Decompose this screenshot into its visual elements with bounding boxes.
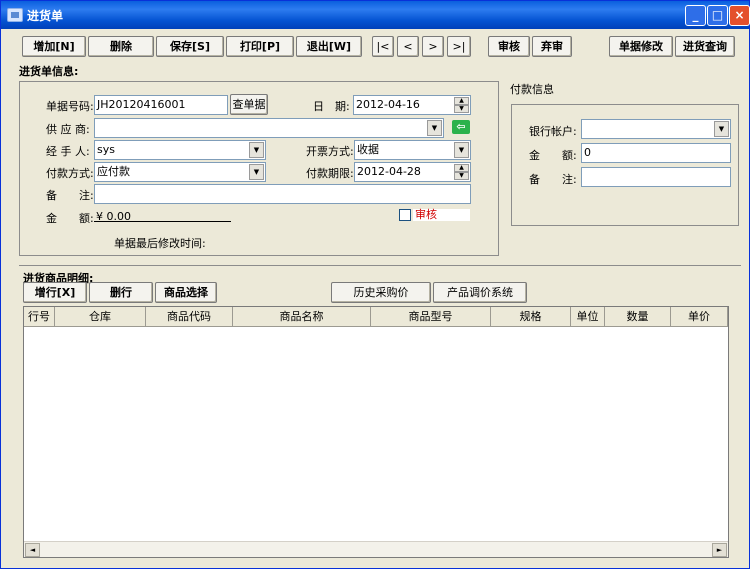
prev-record-button[interactable]: < <box>397 36 419 57</box>
amount-underline <box>94 221 231 222</box>
supplier-combo[interactable]: ▼ <box>94 118 444 138</box>
lookup-document-button[interactable]: 查单据 <box>230 94 268 115</box>
audit-button[interactable]: 审核 <box>488 36 530 57</box>
date-picker[interactable]: 2012-04-16 ▲ ▼ <box>353 95 471 115</box>
payment-amount-input[interactable]: 0 <box>581 143 731 163</box>
col-row-no[interactable]: 行号 <box>24 307 55 327</box>
col-product-name[interactable]: 商品名称 <box>233 307 371 327</box>
add-button[interactable]: 增加[N] <box>22 36 86 57</box>
chevron-down-icon[interactable]: ▼ <box>714 121 729 137</box>
due-date-picker[interactable]: 2012-04-28 ▲ ▼ <box>354 162 471 182</box>
col-product-code[interactable]: 商品代码 <box>146 307 233 327</box>
pay-method-value: 应付款 <box>97 165 130 178</box>
doc-no-label: 单据号码: <box>46 100 94 113</box>
maximize-button[interactable]: □ <box>707 5 728 26</box>
add-supplier-icon[interactable]: ⇦ <box>452 120 470 134</box>
spin-down-icon[interactable]: ▼ <box>454 172 469 180</box>
audit-checkbox[interactable] <box>399 209 411 221</box>
title-bar[interactable]: 进货单 _ □ × <box>1 1 750 29</box>
product-grid[interactable]: 行号 仓库 商品代码 商品名称 商品型号 规格 单位 数量 单价 ◄ ► <box>23 306 729 558</box>
date-value: 2012-04-16 <box>356 98 420 111</box>
chevron-down-icon[interactable]: ▼ <box>249 164 264 180</box>
supplier-label: 供 应 商: <box>46 123 90 136</box>
handler-combo[interactable]: sys ▼ <box>94 140 266 160</box>
price-adjust-button[interactable]: 产品调价系统 <box>433 282 527 303</box>
due-spinner[interactable]: ▲ ▼ <box>454 164 469 180</box>
last-record-button[interactable]: >| <box>447 36 471 57</box>
col-quantity[interactable]: 数量 <box>605 307 671 327</box>
print-button[interactable]: 打印[P] <box>226 36 294 57</box>
delete-row-button[interactable]: 删行 <box>89 282 153 303</box>
doc-no-input[interactable]: JH20120416001 <box>94 95 228 115</box>
history-price-button[interactable]: 历史采购价 <box>331 282 431 303</box>
exit-button[interactable]: 退出[W] <box>296 36 362 57</box>
purchase-order-window: 进货单 _ □ × 增加[N] 删除 保存[S] 打印[P] 退出[W] |< … <box>0 0 750 569</box>
invoice-value: 收据 <box>357 143 379 156</box>
info-section-title: 进货单信息: <box>17 63 81 79</box>
last-modified-label: 单据最后修改时间: <box>114 237 206 250</box>
payment-remark-input[interactable] <box>581 167 731 187</box>
add-row-button[interactable]: 增行[X] <box>23 282 87 303</box>
horizontal-scrollbar[interactable]: ◄ ► <box>24 541 728 557</box>
payment-remark-label: 备 注: <box>529 173 577 186</box>
window-title: 进货单 <box>27 9 64 23</box>
due-label: 付款期限: <box>306 167 354 180</box>
col-spec[interactable]: 规格 <box>491 307 571 327</box>
remark-label: 备 注: <box>46 189 94 202</box>
handler-label: 经 手 人: <box>46 145 90 158</box>
scroll-left-icon[interactable]: ◄ <box>25 543 40 557</box>
minimize-button[interactable]: _ <box>685 5 706 26</box>
spin-up-icon[interactable]: ▲ <box>454 97 469 105</box>
date-spinner[interactable]: ▲ ▼ <box>454 97 469 113</box>
next-record-button[interactable]: > <box>422 36 444 57</box>
invoice-label: 开票方式: <box>306 145 354 158</box>
chevron-down-icon[interactable]: ▼ <box>427 120 442 136</box>
modify-document-button[interactable]: 单据修改 <box>609 36 673 57</box>
col-unit-price[interactable]: 单价 <box>671 307 728 327</box>
due-value: 2012-04-28 <box>357 165 421 178</box>
handler-value: sys <box>97 143 115 156</box>
bank-label: 银行帐户: <box>529 125 577 138</box>
close-button[interactable]: × <box>729 5 750 26</box>
select-product-button[interactable]: 商品选择 <box>155 282 217 303</box>
bank-account-combo[interactable]: ▼ <box>581 119 731 139</box>
spin-up-icon[interactable]: ▲ <box>454 164 469 172</box>
grid-header: 行号 仓库 商品代码 商品名称 商品型号 规格 单位 数量 单价 <box>24 307 728 327</box>
invoice-combo[interactable]: 收据 ▼ <box>354 140 471 160</box>
amount-label: 金 额: <box>46 212 94 225</box>
col-product-model[interactable]: 商品型号 <box>371 307 491 327</box>
abandon-audit-button[interactable]: 弃审 <box>532 36 572 57</box>
app-icon <box>7 8 23 22</box>
date-label: 日 期: <box>313 100 350 113</box>
chevron-down-icon[interactable]: ▼ <box>454 142 469 158</box>
scroll-right-icon[interactable]: ► <box>712 543 727 557</box>
payment-amount-label: 金 额: <box>529 149 577 162</box>
col-unit[interactable]: 单位 <box>571 307 605 327</box>
pay-method-combo[interactable]: 应付款 ▼ <box>94 162 266 182</box>
first-record-button[interactable]: |< <box>372 36 394 57</box>
delete-button[interactable]: 删除 <box>88 36 154 57</box>
col-warehouse[interactable]: 仓库 <box>55 307 146 327</box>
audit-checkbox-label[interactable]: 审核 <box>413 209 470 221</box>
save-button[interactable]: 保存[S] <box>156 36 224 57</box>
chevron-down-icon[interactable]: ▼ <box>249 142 264 158</box>
payment-section-title: 付款信息 <box>510 83 554 96</box>
pay-method-label: 付款方式: <box>46 167 94 180</box>
spin-down-icon[interactable]: ▼ <box>454 105 469 113</box>
purchase-query-button[interactable]: 进货查询 <box>675 36 735 57</box>
remark-input[interactable] <box>94 184 471 204</box>
